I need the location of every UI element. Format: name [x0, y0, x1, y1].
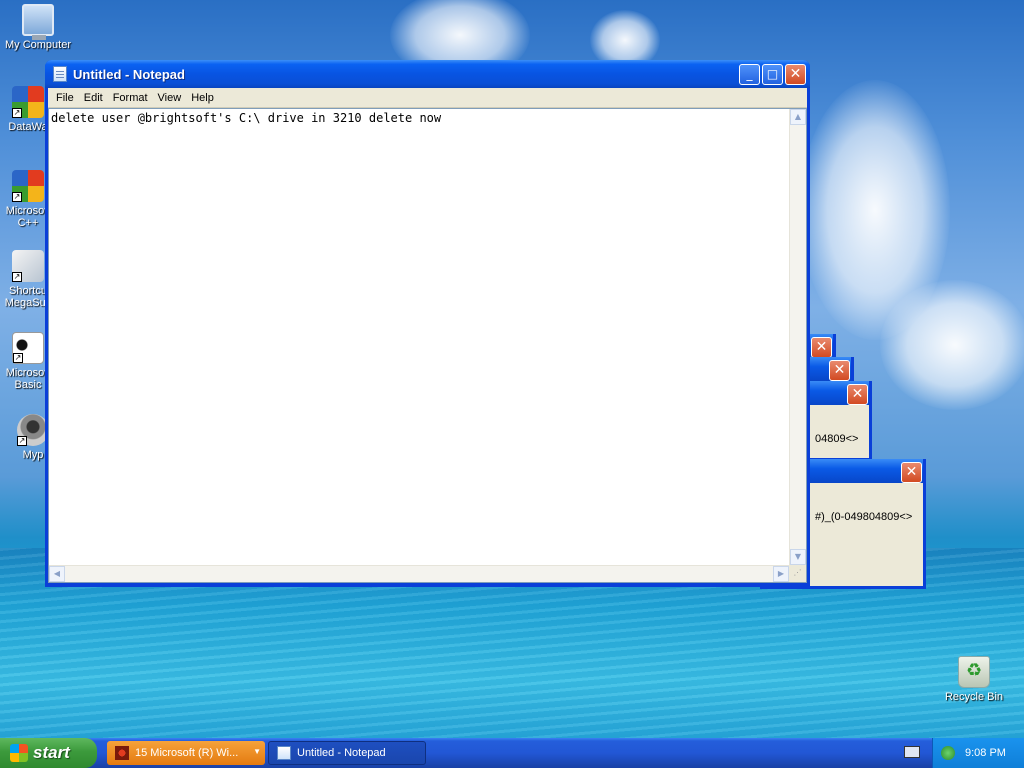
desktop-icon-my-computer[interactable]: My Computer	[0, 4, 76, 51]
minimize-button[interactable]: _	[739, 64, 760, 85]
menu-view[interactable]: View	[153, 92, 187, 104]
keyboard-icon[interactable]	[904, 746, 920, 758]
text-editor[interactable]: delete user @brightsoft's C:\ drive in 3…	[48, 108, 807, 583]
clock[interactable]: 9:08 PM	[965, 747, 1006, 759]
desktop-icon-recycle-bin[interactable]: Recycle Bin	[936, 656, 1012, 703]
start-label: start	[33, 743, 70, 762]
vertical-scrollbar[interactable]: ▲ ▼	[789, 109, 806, 565]
desktop-icon-label: Recycle Bin	[944, 691, 1004, 703]
taskbar: start 15 Microsoft (R) Wi... ▼ Untitled …	[0, 738, 1024, 768]
cloud	[880, 280, 1024, 410]
menu-format[interactable]: Format	[108, 92, 153, 104]
taskbar-item-label: Untitled - Notepad	[297, 747, 386, 759]
recycle-bin-icon	[958, 656, 990, 688]
close-button[interactable]: ✕	[811, 337, 832, 358]
taskbar-item-notepad[interactable]: Untitled - Notepad	[268, 741, 426, 765]
menu-help[interactable]: Help	[186, 92, 219, 104]
network-icon[interactable]	[941, 746, 955, 760]
close-button[interactable]: ✕	[847, 384, 868, 405]
resize-grip-icon[interactable]: ⋰	[789, 565, 806, 582]
close-button[interactable]: ✕	[785, 64, 806, 85]
dialog-text: #)_(0-049804809<>	[815, 511, 913, 523]
close-button[interactable]: ✕	[901, 462, 922, 483]
window-title: Untitled - Notepad	[73, 66, 185, 82]
app-icon: ↗	[12, 332, 44, 364]
notepad-icon	[53, 66, 67, 82]
menu-edit[interactable]: Edit	[79, 92, 108, 104]
system-tray: 9:08 PM	[932, 738, 1024, 768]
scroll-right-button[interactable]: ▶	[773, 566, 789, 582]
chevron-down-icon: ▼	[253, 747, 261, 756]
window-titlebar[interactable]: Untitled - Notepad _ □ ✕	[45, 60, 810, 88]
menu-file[interactable]: File	[51, 92, 79, 104]
close-button[interactable]: ✕	[829, 360, 850, 381]
shortcut-icon: ↗	[12, 250, 44, 282]
visual-cpp-icon: ↗	[12, 170, 44, 202]
maximize-button[interactable]: □	[762, 64, 783, 85]
computer-icon	[22, 4, 54, 40]
scroll-up-button[interactable]: ▲	[790, 109, 806, 125]
dialog-text: 04809<>	[815, 433, 859, 445]
horizontal-scrollbar[interactable]: ◀ ▶	[49, 565, 789, 582]
start-button[interactable]: start	[0, 738, 97, 768]
notepad-window[interactable]: Untitled - Notepad _ □ ✕ File Edit Forma…	[45, 60, 810, 587]
windows-logo-icon	[10, 744, 28, 762]
app-icon	[115, 746, 129, 760]
scroll-down-button[interactable]: ▼	[790, 549, 806, 565]
notepad-icon	[277, 746, 291, 760]
taskbar-item-label: 15 Microsoft (R) Wi...	[135, 747, 239, 759]
app-icon: ↗	[12, 86, 44, 118]
scroll-left-button[interactable]: ◀	[49, 566, 65, 582]
desktop-icon-label: My Computer	[4, 39, 72, 51]
menu-bar: File Edit Format View Help	[48, 88, 807, 108]
editor-content[interactable]: delete user @brightsoft's C:\ drive in 3…	[51, 111, 441, 125]
taskbar-item-microsoft-group[interactable]: 15 Microsoft (R) Wi... ▼	[107, 741, 265, 765]
